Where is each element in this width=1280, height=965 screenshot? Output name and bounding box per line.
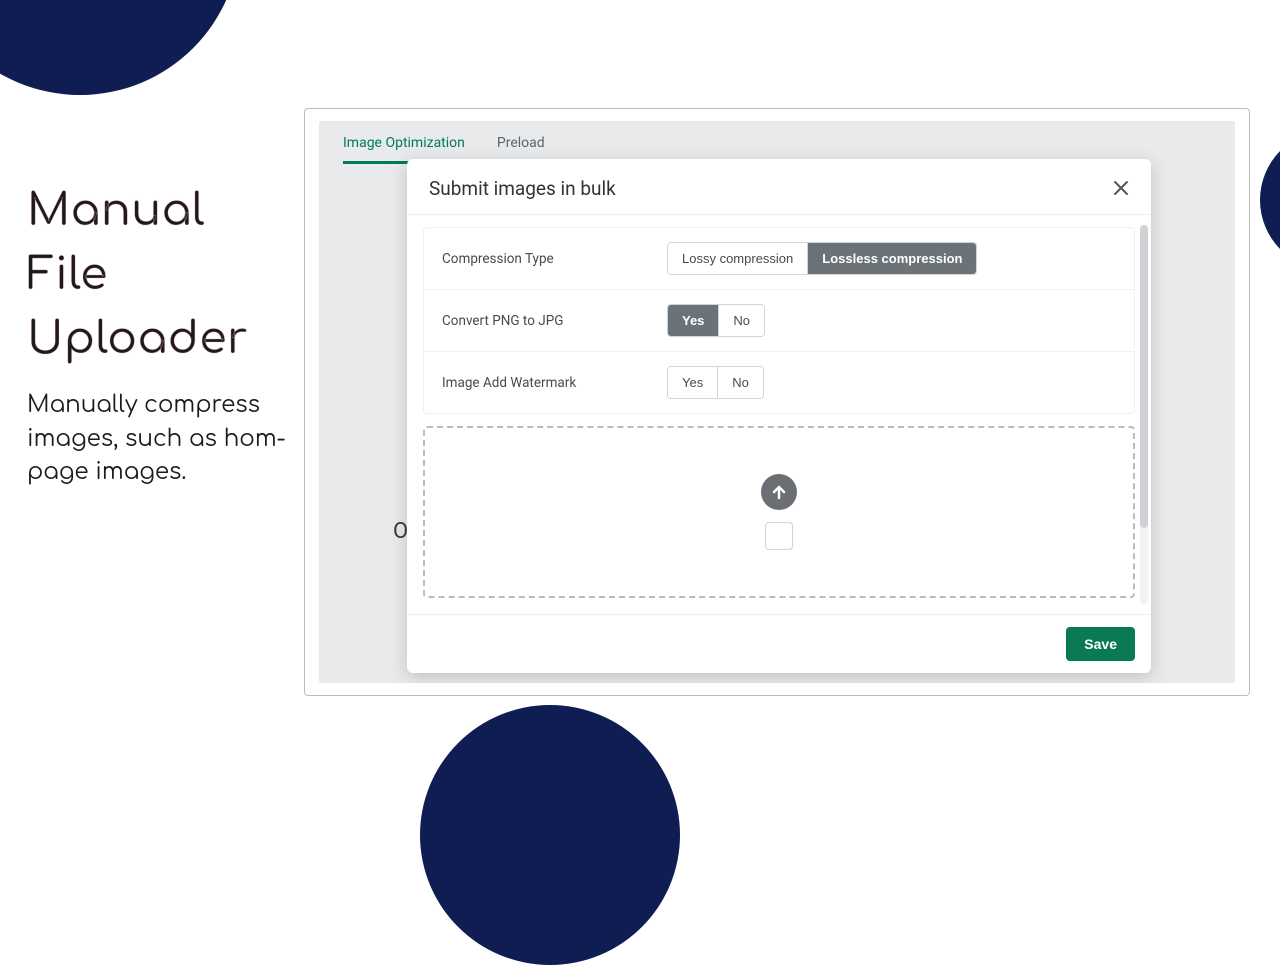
- convert-png-yes-button[interactable]: Yes: [668, 305, 718, 336]
- save-button[interactable]: Save: [1066, 627, 1135, 661]
- compression-type-label: Compression Type: [442, 251, 667, 267]
- side-title-line2: Uploader: [27, 315, 248, 364]
- app-background: Image Optimization Preload O Submit imag…: [319, 121, 1235, 683]
- decor-circle-bottom: [420, 705, 680, 965]
- convert-png-label: Convert PNG to JPG: [442, 313, 667, 329]
- modal-scrollbar[interactable]: [1140, 225, 1148, 604]
- app-frame: Image Optimization Preload O Submit imag…: [304, 108, 1250, 696]
- side-title: Manual File Uploader: [27, 180, 297, 371]
- side-title-line1: Manual File: [27, 187, 205, 300]
- modal-body: Compression Type Lossy compression Lossl…: [407, 215, 1151, 614]
- decor-circle-top-left: [0, 0, 240, 95]
- watermark-no-button[interactable]: No: [717, 367, 763, 398]
- convert-png-no-button[interactable]: No: [718, 305, 764, 336]
- close-icon[interactable]: [1113, 179, 1129, 199]
- upload-arrow-icon: [761, 474, 797, 510]
- bulk-submit-modal: Submit images in bulk Compression Type L…: [407, 159, 1151, 673]
- modal-header: Submit images in bulk: [407, 159, 1151, 215]
- modal-title: Submit images in bulk: [429, 177, 616, 200]
- row-watermark: Image Add Watermark Yes No: [424, 352, 1134, 413]
- compression-lossy-button[interactable]: Lossy compression: [668, 243, 807, 274]
- row-compression-type: Compression Type Lossy compression Lossl…: [424, 228, 1134, 290]
- side-subtitle: Manually compress images, such as hom-pa…: [27, 389, 297, 489]
- tab-bar: Image Optimization Preload: [319, 121, 1235, 164]
- modal-scrollbar-thumb[interactable]: [1140, 225, 1148, 528]
- watermark-segment: Yes No: [667, 366, 764, 399]
- watermark-label: Image Add Watermark: [442, 375, 667, 391]
- row-convert-png: Convert PNG to JPG Yes No: [424, 290, 1134, 352]
- compression-lossless-button[interactable]: Lossless compression: [807, 243, 976, 274]
- background-heading-fragment: O: [393, 519, 408, 544]
- upload-dropzone[interactable]: [423, 426, 1135, 598]
- decor-circle-right: [1260, 130, 1280, 270]
- convert-png-segment: Yes No: [667, 304, 765, 337]
- modal-footer: Save: [407, 614, 1151, 673]
- options-card: Compression Type Lossy compression Lossl…: [423, 227, 1135, 414]
- watermark-yes-button[interactable]: Yes: [668, 367, 717, 398]
- upload-placeholder-box: [765, 522, 793, 550]
- compression-type-segment: Lossy compression Lossless compression: [667, 242, 977, 275]
- marketing-copy: Manual File Uploader Manually compress i…: [27, 180, 297, 489]
